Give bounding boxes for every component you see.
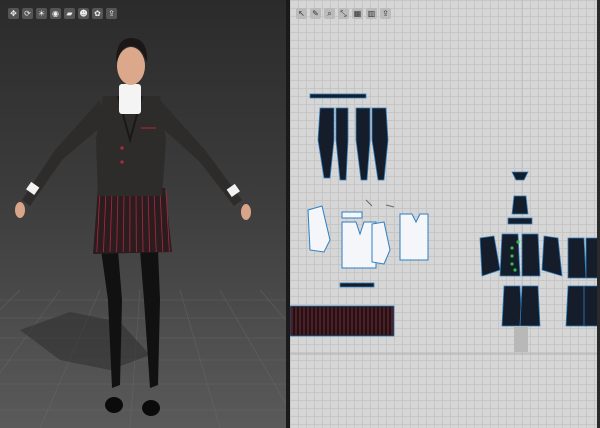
pattern-piece-skirt[interactable] bbox=[290, 305, 395, 337]
pattern-group-jacket[interactable] bbox=[307, 199, 429, 269]
jacket-button bbox=[120, 160, 124, 164]
avatar-head bbox=[117, 47, 145, 85]
avatar-left-shoe bbox=[105, 397, 123, 413]
3d-viewport[interactable]: ✥ ⟳ ☀ ◉ ▰ ☻ ✿ ⇪ bbox=[0, 0, 286, 428]
3d-scene[interactable] bbox=[0, 0, 286, 428]
avatar-shadow bbox=[20, 312, 150, 370]
pattern-canvas[interactable] bbox=[290, 0, 600, 428]
avatar-turtleneck bbox=[119, 84, 141, 114]
avatar-right-hand bbox=[241, 204, 251, 220]
garment-design-app: ✥ ⟳ ☀ ◉ ▰ ☻ ✿ ⇪ ↖ ✎ ⌕ ⤡ ▦ ▥ ⇪ bbox=[0, 0, 600, 428]
2d-pattern-viewport[interactable]: ↖ ✎ ⌕ ⤡ ▦ ▥ ⇪ bbox=[290, 0, 600, 428]
pattern-piece-waistband[interactable] bbox=[309, 93, 367, 99]
jacket-button bbox=[120, 146, 124, 150]
pattern-piece-skirt-waistband[interactable] bbox=[339, 282, 375, 288]
avatar-left-hand bbox=[15, 202, 25, 218]
avatar-right-shoe bbox=[142, 400, 160, 416]
pattern-group-leggings[interactable] bbox=[317, 107, 389, 181]
pattern-group-arranged-garment[interactable] bbox=[479, 171, 600, 352]
